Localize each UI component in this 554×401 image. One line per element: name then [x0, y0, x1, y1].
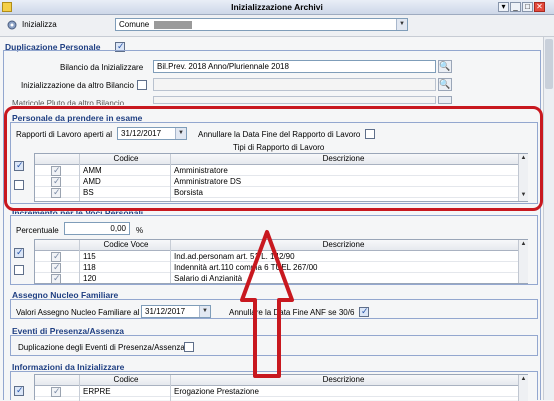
annotation-arrow-icon — [240, 230, 294, 378]
